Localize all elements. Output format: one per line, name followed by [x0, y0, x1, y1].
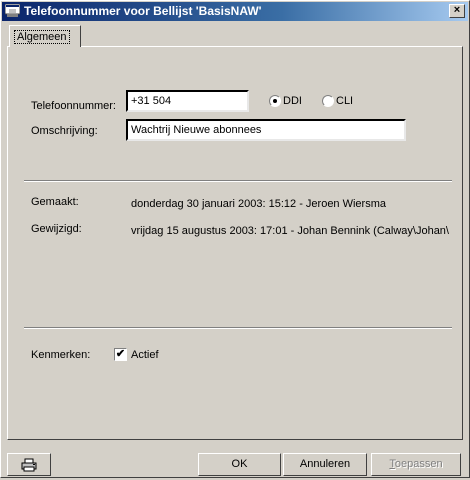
- dialog-window: Telefoonnummer voor Bellijst 'BasisNAW' …: [0, 0, 470, 478]
- close-icon[interactable]: ×: [449, 4, 465, 18]
- modified-label: Gewijzigd:: [31, 223, 82, 235]
- active-checkbox-label: Actief: [131, 349, 159, 361]
- description-label: Omschrijving:: [31, 125, 98, 137]
- separator-top: [24, 180, 452, 182]
- radio-ddi[interactable]: [269, 95, 281, 107]
- apply-button-label: oepassen: [394, 458, 443, 470]
- active-checkbox[interactable]: ✔: [114, 348, 127, 361]
- features-label: Kenmerken:: [31, 349, 91, 361]
- phone-window-icon: [5, 4, 20, 17]
- apply-button[interactable]: Toepassen: [371, 453, 461, 476]
- created-value: donderdag 30 januari 2003: 15:12 - Jeroe…: [131, 198, 386, 210]
- tab-algemeen[interactable]: Algemeen: [9, 25, 81, 47]
- radio-cli-label: CLI: [336, 95, 354, 107]
- modified-value: vrijdag 15 augustus 2003: 17:01 - Johan …: [131, 225, 449, 237]
- ok-button[interactable]: OK: [198, 453, 281, 476]
- phone-label: Telefoonnummer:: [31, 100, 116, 112]
- created-label: Gemaakt:: [31, 196, 79, 208]
- printer-icon: [21, 458, 37, 472]
- phone-number-field[interactable]: +31 504: [126, 90, 249, 112]
- radio-cli[interactable]: [322, 95, 334, 107]
- print-button[interactable]: [7, 453, 51, 476]
- tab-label: Algemeen: [14, 30, 70, 44]
- cancel-button[interactable]: Annuleren: [283, 453, 367, 476]
- radio-ddi-label: DDI: [283, 95, 302, 107]
- window-title: Telefoonnummer voor Bellijst 'BasisNAW': [24, 4, 262, 18]
- separator-bottom: [24, 327, 452, 329]
- description-field[interactable]: Wachtrij Nieuwe abonnees: [126, 119, 406, 141]
- title-bar[interactable]: Telefoonnummer voor Bellijst 'BasisNAW' …: [2, 2, 468, 21]
